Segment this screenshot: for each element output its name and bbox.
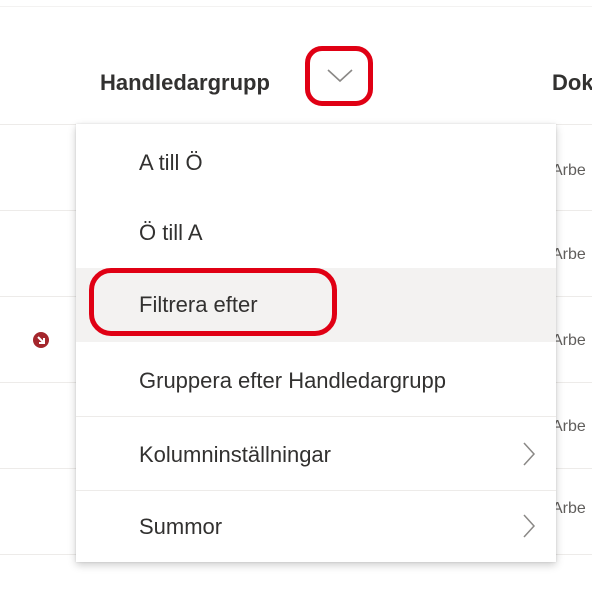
table-cell[interactable]: Arbe — [552, 500, 586, 518]
column-context-menu: A till Ö Ö till A Filtrera efter Grupper… — [76, 124, 556, 562]
column-header-handledargrupp[interactable]: Handledargrupp — [100, 70, 270, 96]
column-menu-button[interactable] — [305, 46, 373, 106]
arrow-down-right-circle-icon — [33, 332, 49, 348]
menu-item-label: A till Ö — [139, 150, 203, 175]
filter-annotation-outline — [89, 268, 337, 336]
column-header-next[interactable]: Dok — [552, 70, 592, 96]
chevron-right-icon — [523, 514, 536, 538]
top-divider — [0, 6, 592, 7]
menu-item-sort-o-to-a[interactable]: Ö till A — [76, 198, 556, 268]
menu-item-column-settings[interactable]: Kolumninställningar — [76, 420, 556, 490]
menu-divider — [76, 416, 556, 417]
column-header-row: Handledargrupp Dok — [0, 40, 592, 124]
table-cell[interactable]: Arbe — [552, 332, 586, 350]
menu-item-sort-a-to-o[interactable]: A till Ö — [76, 128, 556, 198]
table-cell[interactable]: Arbe — [552, 162, 586, 180]
chevron-right-icon — [523, 442, 536, 466]
menu-item-label: Ö till A — [139, 220, 203, 245]
table-cell[interactable]: Arbe — [552, 418, 586, 436]
menu-item-label: Kolumninställningar — [139, 442, 331, 467]
menu-item-label: Summor — [139, 514, 223, 539]
menu-item-totals[interactable]: Summor — [76, 492, 556, 562]
table-cell[interactable]: Arbe — [552, 246, 586, 264]
menu-item-group-by[interactable]: Gruppera efter Handledargrupp — [76, 346, 556, 416]
chevron-down-icon — [327, 69, 353, 83]
menu-item-label: Gruppera efter Handledargrupp — [139, 368, 446, 393]
menu-divider — [76, 490, 556, 491]
